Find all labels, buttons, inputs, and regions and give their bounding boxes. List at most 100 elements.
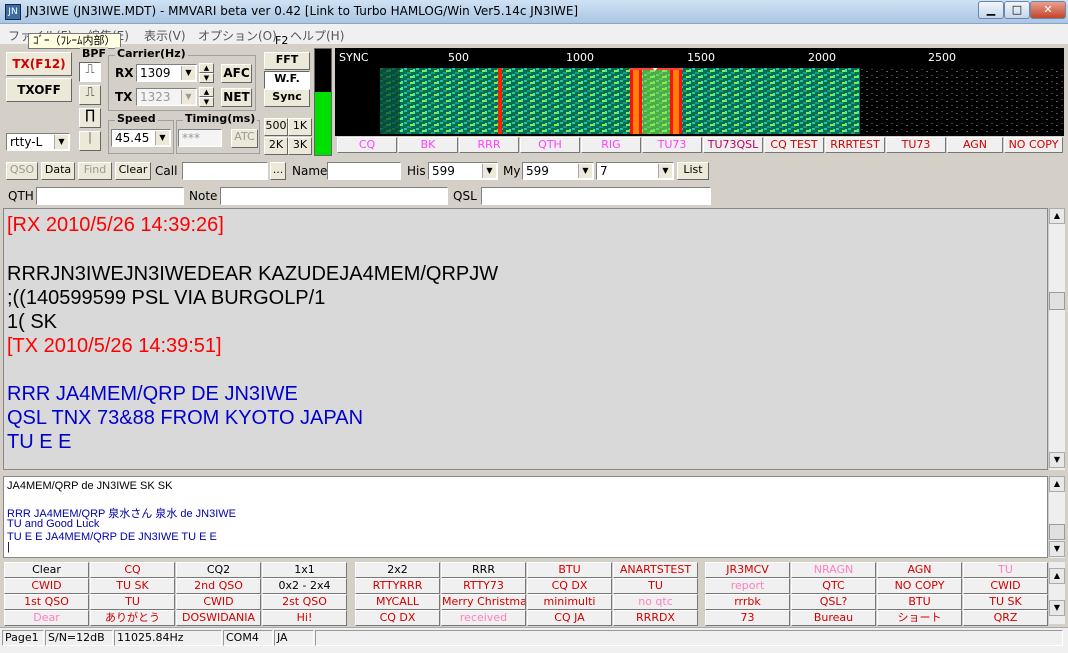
macro-button[interactable]: CWID (4, 578, 89, 594)
atc-button[interactable]: ATC (231, 129, 258, 148)
macro-button[interactable]: CQ (90, 562, 175, 578)
macro-button[interactable]: rrrbk (705, 594, 790, 610)
macro-button[interactable]: minimulti (527, 594, 612, 610)
qso-button[interactable]: QSO (6, 162, 38, 180)
macro-button[interactable]: 73 (705, 610, 790, 626)
macro-button[interactable]: NO COPY (877, 578, 962, 594)
macro-button[interactable]: QRZ (963, 610, 1048, 626)
browse-button[interactable]: ... (270, 162, 286, 180)
find-button[interactable]: Find (78, 162, 112, 180)
scroll-up-icon[interactable]: ▲ (1049, 568, 1065, 584)
macro-button[interactable]: Bureau (791, 610, 876, 626)
macro-button[interactable]: QTC (791, 578, 876, 594)
macro-button[interactable]: ANARTSTEST (613, 562, 698, 578)
scroll-thumb[interactable] (1049, 524, 1065, 540)
zoom-1k-button[interactable]: 1K (288, 118, 312, 136)
txoff-button[interactable]: TXOFF (6, 78, 72, 102)
macro-button[interactable]: ありがとう (90, 610, 175, 626)
macro-button[interactable]: CWID (963, 578, 1048, 594)
rx-down-icon[interactable]: ▼ (199, 73, 214, 83)
macro-button[interactable]: TU (90, 594, 175, 610)
macro-button[interactable]: RRRDX (613, 610, 698, 626)
mode-select[interactable]: rtty-L ▼ (6, 133, 70, 151)
macro-button[interactable]: CQ DX (355, 610, 440, 626)
zoom-3k-button[interactable]: 3K (288, 137, 312, 155)
macro-button[interactable]: TU SK (963, 594, 1048, 610)
list-button[interactable]: List (677, 162, 709, 180)
macro-button[interactable]: 1x1 (262, 562, 347, 578)
tx-up-icon[interactable]: ▲ (199, 87, 214, 97)
macro-rrrtest[interactable]: RRRTEST (825, 137, 885, 153)
macro-cq[interactable]: CQ (337, 137, 397, 153)
speed-select[interactable]: 45.45 ▼ (111, 129, 171, 147)
macro-button[interactable]: JR3MCV (705, 562, 790, 578)
macro-button[interactable]: report (705, 578, 790, 594)
macro-bk[interactable]: BK (398, 137, 458, 153)
macro-button[interactable]: Merry Christmas (441, 594, 526, 610)
macro-button[interactable]: CQ DX (527, 578, 612, 594)
note-field[interactable] (220, 187, 448, 205)
macro-button[interactable]: CWID (176, 594, 261, 610)
macro-button[interactable]: AGN (877, 562, 962, 578)
macro-no-copy[interactable]: NO COPY (1004, 137, 1063, 153)
macro-button[interactable]: no qtc (613, 594, 698, 610)
afc-button[interactable]: AFC (221, 64, 252, 83)
data-button[interactable]: Data (41, 162, 75, 180)
menu-help[interactable]: ヘルプ(H) (290, 27, 344, 44)
macro-button[interactable]: Clear (4, 562, 89, 578)
menu-view[interactable]: 表示(V) (144, 27, 186, 44)
scroll-up-icon[interactable]: ▲ (1049, 208, 1065, 224)
menu-options[interactable]: オプション(O) (198, 27, 277, 44)
qth-field[interactable] (36, 187, 184, 205)
fft-button[interactable]: FFT (264, 52, 310, 70)
scroll-up-icon[interactable]: ▲ (1049, 476, 1065, 492)
macro-button[interactable]: QSL? (791, 594, 876, 610)
zoom-500-button[interactable]: 500 (264, 118, 288, 136)
macro-button[interactable]: TU SK (90, 578, 175, 594)
close-button[interactable]: ✕ (1030, 1, 1066, 19)
macro-tu73qsl[interactable]: TU73QSL (703, 137, 763, 153)
macro-button[interactable]: TU (963, 562, 1048, 578)
macro-button[interactable]: 2st QSO (262, 594, 347, 610)
rx-up-icon[interactable]: ▲ (199, 63, 214, 73)
tx-scrollbar[interactable]: ▲ ▼ (1048, 476, 1065, 558)
macro-tu73-2[interactable]: TU73 (886, 137, 946, 153)
rx-carrier-field[interactable]: 1309 ▼ (136, 64, 197, 82)
tx-down-icon[interactable]: ▼ (199, 97, 214, 107)
macro-button[interactable]: RRR (441, 562, 526, 578)
macro-button[interactable]: 0x2 - 2x4 (262, 578, 347, 594)
zoom-2k-button[interactable]: 2K (264, 137, 288, 155)
macro-agn[interactable]: AGN (947, 137, 1003, 153)
macro-rrr[interactable]: RRR (459, 137, 519, 153)
macro-scrollbar[interactable]: ▲ ▼ (1048, 562, 1065, 624)
bpf-wide-icon[interactable]: ⎍ (79, 62, 101, 82)
call-field[interactable] (182, 162, 268, 180)
tx-button[interactable]: TX(F12) (6, 52, 72, 76)
macro-qth[interactable]: QTH (520, 137, 580, 153)
tx-carrier-field[interactable]: 1323 ▼ (136, 88, 197, 106)
scroll-down-icon[interactable]: ▼ (1049, 600, 1065, 616)
name-field[interactable] (327, 162, 401, 180)
my-rst-field[interactable]: 599 ▼ (522, 162, 594, 180)
bpf-narrow-icon[interactable]: ∏ (79, 108, 101, 128)
macro-rig[interactable]: RIG (581, 137, 641, 153)
scroll-down-icon[interactable]: ▼ (1049, 541, 1065, 557)
macro-button[interactable]: MYCALL (355, 594, 440, 610)
macro-button[interactable]: CQ JA (527, 610, 612, 626)
macro-tu73[interactable]: TU73 (642, 137, 702, 153)
macro-cq-test[interactable]: CQ TEST (764, 137, 824, 153)
rx-text-pane[interactable]: [RX 2010/5/26 14:39:26] RRRJN3IWEJN3IWED… (3, 208, 1048, 470)
macro-button[interactable]: RTTY73 (441, 578, 526, 594)
macro-button[interactable]: Dear (4, 610, 89, 626)
macro-button[interactable]: BTU (877, 594, 962, 610)
extra-field[interactable]: 7 ▼ (596, 162, 674, 180)
macro-button[interactable]: 1st QSO (4, 594, 89, 610)
macro-button[interactable]: 2x2 (355, 562, 440, 578)
macro-button[interactable]: 2nd QSO (176, 578, 261, 594)
clear-button[interactable]: Clear (115, 162, 151, 180)
macro-button[interactable]: DOSWIDANIA (176, 610, 261, 626)
macro-button[interactable]: Hi! (262, 610, 347, 626)
tx-text-pane[interactable]: JA4MEM/QRP de JN3IWE SK SK RRR JA4MEM/QR… (3, 476, 1048, 558)
macro-button[interactable]: TU (613, 578, 698, 594)
bpf-sharp-icon[interactable]: ⏉ (79, 131, 101, 151)
